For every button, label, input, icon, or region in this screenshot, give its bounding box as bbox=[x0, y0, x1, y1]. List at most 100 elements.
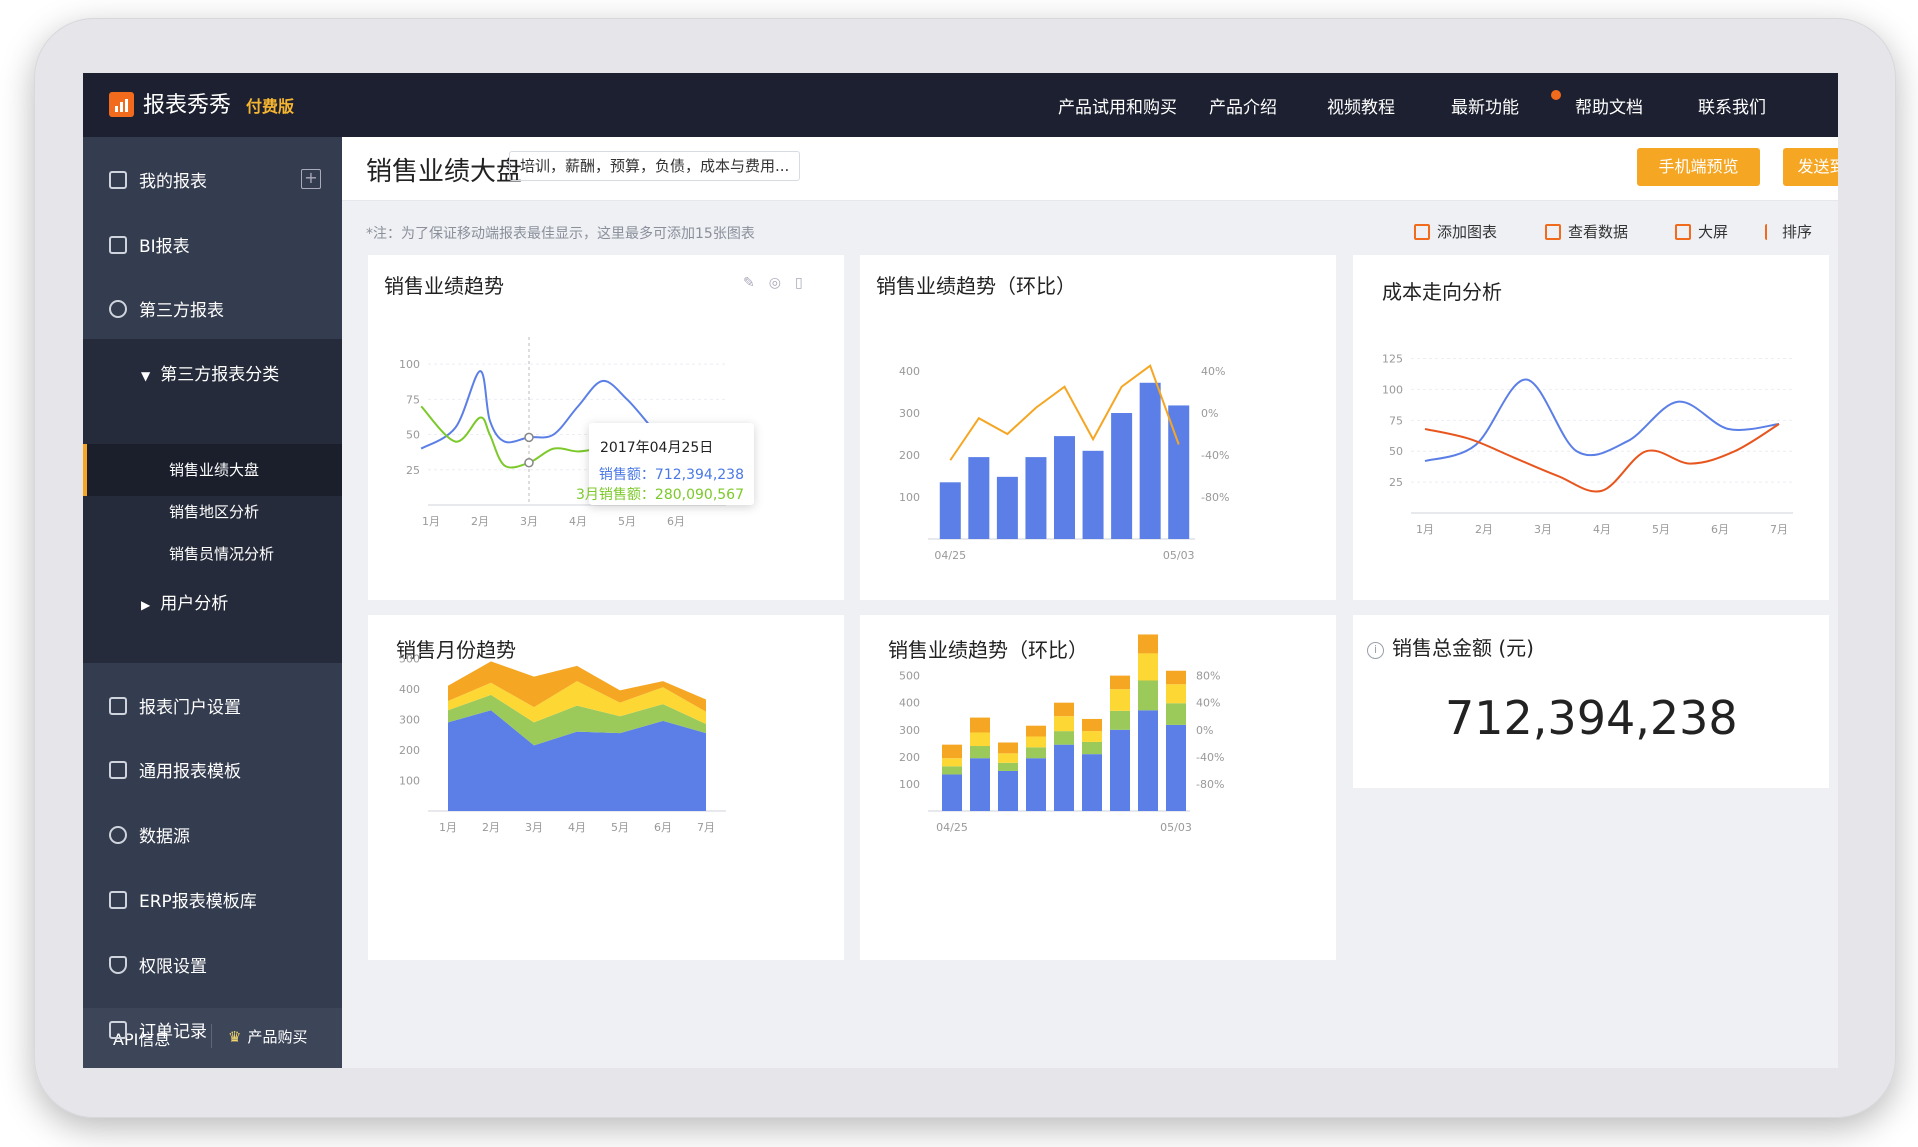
stacked-bar-segment bbox=[942, 766, 962, 775]
sidebar-item-data-source[interactable]: 数据源 bbox=[83, 802, 342, 866]
stacked-bar-segment bbox=[942, 758, 962, 767]
x-tick-label: 2月 bbox=[471, 515, 489, 528]
sidebar-item-portal-settings[interactable]: 报表门户设置 bbox=[83, 673, 342, 737]
mobile-preview-button[interactable]: 手机端预览 bbox=[1637, 148, 1760, 186]
y-tick-label: 100 bbox=[1382, 383, 1403, 396]
card-sales-trend-mom[interactable]: 销售业绩趋势（环比） 100 200 300 400 04/25 05/03 40% 0% -4… bbox=[860, 255, 1336, 600]
stacked-bar-segment bbox=[1026, 758, 1046, 811]
y-tick-label: 500 bbox=[899, 670, 920, 683]
y-tick-label: 125 bbox=[1382, 353, 1403, 366]
chart-tooltip: 2017年04月25日 销售额：712,394,238 3月销售额：280,09… bbox=[576, 423, 754, 505]
add-chart-label: 添加图表 bbox=[1437, 223, 1498, 241]
x-tick-label: 4月 bbox=[569, 515, 587, 528]
top-navbar: 报表秀秀 付费版 产品试用和购买 产品介绍 视频教程 最新功能 帮助文档 联系我… bbox=[83, 73, 1838, 137]
stacked-bar-segment bbox=[1082, 754, 1102, 811]
y-tick-label: 25 bbox=[406, 464, 420, 477]
submenu-item-region-analysis[interactable]: 销售地区分析 bbox=[169, 501, 259, 522]
x-tick-label: 6月 bbox=[654, 821, 672, 834]
big-screen-button[interactable]: 大屏 bbox=[1675, 221, 1728, 242]
y2-tick-label: 80% bbox=[1196, 670, 1220, 683]
stacked-bar-segment bbox=[1082, 718, 1102, 732]
x-tick-label: 3月 bbox=[525, 821, 543, 834]
nav-product-intro[interactable]: 产品介绍 bbox=[1209, 93, 1277, 118]
hover-point bbox=[524, 432, 534, 443]
sidebar-item-third-party[interactable]: 第三方报表 bbox=[83, 276, 342, 340]
stacked-bar-segment bbox=[998, 762, 1018, 771]
sidebar-item-erp-templates[interactable]: ERP报表模板库 bbox=[83, 867, 342, 931]
nav-new-features[interactable]: 最新功能 bbox=[1451, 93, 1519, 118]
stacked-bar-segment bbox=[1054, 731, 1074, 745]
pie-icon bbox=[109, 826, 127, 844]
x-tick-label: 5月 bbox=[1652, 523, 1670, 536]
send-to-mobile-button[interactable]: 发送到手机端 bbox=[1783, 148, 1838, 186]
stacked-bar-segment bbox=[1026, 725, 1046, 737]
submenu-third-party-category[interactable]: ▼ 第三方报表分类 bbox=[141, 360, 279, 385]
stacked-bar-segment bbox=[1054, 716, 1074, 732]
y2-tick-label: -40% bbox=[1196, 751, 1224, 764]
stacked-bar-segment bbox=[1138, 653, 1158, 681]
card-title: i 销售总金额 (元) bbox=[1367, 632, 1534, 661]
caret-down-icon: ▼ bbox=[141, 369, 151, 383]
x-tick-label: 05/03 bbox=[1163, 549, 1195, 562]
card-sales-trend-mom-stacked[interactable]: 销售业绩趋势（环比） 100 200 300 400 500 04/25 05/03 80% 4… bbox=[860, 615, 1336, 960]
stacked-bar-segment bbox=[1054, 744, 1074, 811]
y2-tick-label: -80% bbox=[1201, 491, 1229, 504]
sidebar-item-permissions[interactable]: 权限设置 bbox=[83, 932, 342, 996]
stacked-bar-segment bbox=[1166, 684, 1186, 704]
submenu-item-salesperson-analysis[interactable]: 销售员情况分析 bbox=[169, 543, 274, 564]
nav-contact-us[interactable]: 联系我们 bbox=[1698, 93, 1766, 118]
y-tick-label: 400 bbox=[899, 365, 920, 378]
template-icon bbox=[109, 761, 127, 779]
nav-help-docs[interactable]: 帮助文档 bbox=[1575, 93, 1643, 118]
tags-field[interactable]: 培训，薪酬，预算，负债，成本与费用... bbox=[509, 151, 801, 181]
view-data-button[interactable]: 查看数据 bbox=[1545, 221, 1628, 242]
submenu-user-analysis[interactable]: ▶ 用户分析 bbox=[141, 589, 228, 614]
card-monthly-trend[interactable]: 销售月份趋势 100 200 300 400 500 1月 2月 3月 4月 5月 6月 7月 bbox=[368, 615, 844, 960]
submenu-item-sales-dashboard[interactable]: 销售业绩大盘 bbox=[169, 459, 259, 480]
x-tick-label: 7月 bbox=[1770, 523, 1788, 536]
x-tick-label: 5月 bbox=[611, 821, 629, 834]
y-tick-label: 400 bbox=[399, 683, 420, 696]
sidebar-item-label: 权限设置 bbox=[139, 957, 207, 977]
stacked-bar-segment bbox=[1166, 703, 1186, 725]
sidebar-item-bi-reports[interactable]: BI报表 bbox=[83, 212, 342, 276]
stacked-bar-segment bbox=[1110, 710, 1130, 730]
stacked-bar-segment bbox=[1082, 731, 1102, 742]
sidebar-item-label: 报表门户设置 bbox=[139, 698, 241, 718]
page-title: 销售业绩大盘 bbox=[366, 157, 523, 187]
nav-video-tutorial[interactable]: 视频教程 bbox=[1327, 93, 1395, 118]
stacked-bar-segment bbox=[1026, 747, 1046, 759]
x-tick-label: 04/25 bbox=[936, 821, 968, 834]
hover-point bbox=[524, 457, 534, 468]
stacked-bar-segment bbox=[998, 753, 1018, 763]
bar bbox=[1025, 457, 1047, 539]
y-tick-label: 50 bbox=[406, 429, 420, 442]
sidebar-item-label: 我的报表 bbox=[139, 172, 207, 192]
add-chart-icon bbox=[1414, 224, 1430, 240]
stacked-bar-segment bbox=[1110, 675, 1130, 690]
x-tick-label: 05/03 bbox=[1160, 821, 1192, 834]
sort-button[interactable]: 排序 bbox=[1765, 221, 1812, 242]
y-tick-label: 100 bbox=[399, 358, 420, 371]
x-tick-label: 3月 bbox=[1534, 523, 1552, 536]
bar bbox=[939, 482, 961, 539]
nav-trial-buy[interactable]: 产品试用和购买 bbox=[1058, 93, 1177, 118]
card-sales-trend[interactable]: 销售业绩趋势 ✎◎▯ 25 50 75 100 1月 2月 3月 4月 5月 6月 2017年04… bbox=[368, 255, 844, 600]
sidebar-item-orders[interactable]: 订单记录 bbox=[83, 997, 342, 1061]
sidebar-item-my-reports[interactable]: 我的报表 + bbox=[83, 147, 342, 211]
x-tick-label: 4月 bbox=[1593, 523, 1611, 536]
bar-line-chart: 100 200 300 400 04/25 05/03 40% 0% -40% -80% bbox=[899, 364, 1229, 562]
card-cost-analysis[interactable]: 成本走向分析 25 50 75 100 125 1月 2月 3月 4月 5月 6月 7月 bbox=[1353, 255, 1829, 600]
add-report-icon[interactable]: + bbox=[301, 169, 321, 189]
card-total-amount[interactable]: i 销售总金额 (元) 712,394,238 bbox=[1353, 615, 1829, 788]
bar bbox=[1139, 382, 1161, 539]
report-icon bbox=[109, 171, 127, 189]
add-chart-button[interactable]: 添加图表 bbox=[1414, 221, 1497, 242]
y2-tick-label: -40% bbox=[1201, 449, 1229, 462]
grid-icon bbox=[109, 891, 127, 909]
sidebar-item-report-templates[interactable]: 通用报表模板 bbox=[83, 737, 342, 801]
big-screen-label: 大屏 bbox=[1698, 223, 1729, 241]
portal-icon bbox=[109, 697, 127, 715]
sidebar-item-label: BI报表 bbox=[139, 237, 190, 257]
info-icon: i bbox=[1367, 642, 1384, 659]
